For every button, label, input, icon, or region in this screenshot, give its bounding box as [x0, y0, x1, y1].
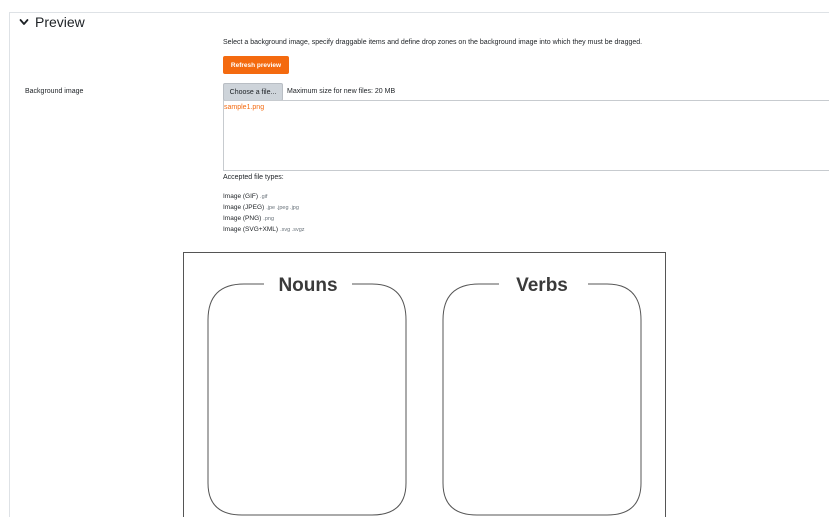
- preview-section-toggle[interactable]: Preview: [19, 14, 85, 30]
- section-divider-top: [9, 12, 829, 13]
- background-image-preview: Nouns Verbs: [183, 252, 666, 517]
- file-type-name: Image (GIF): [223, 193, 259, 200]
- accepted-type-item: Image (JPEG) .jpe .jpeg .jpg: [223, 204, 299, 211]
- background-image-label: Background image: [25, 88, 84, 95]
- verbs-drop-zone: [442, 283, 642, 516]
- file-type-ext: .svg .svgz: [280, 227, 305, 233]
- nouns-zone-label: Nouns: [278, 275, 337, 296]
- file-type-name: Image (JPEG): [223, 204, 265, 211]
- chevron-down-icon: [19, 19, 29, 25]
- verbs-zone-label: Verbs: [516, 275, 568, 296]
- accepted-type-item: Image (GIF) .gif: [223, 193, 267, 200]
- uploaded-file-link[interactable]: sample1.png: [224, 104, 264, 111]
- section-title: Preview: [35, 14, 85, 30]
- refresh-preview-button[interactable]: Refresh preview: [223, 56, 289, 74]
- accepted-type-item: Image (SVG+XML) .svg .svgz: [223, 226, 305, 233]
- file-drop-area[interactable]: sample1.png: [223, 100, 829, 171]
- file-type-ext: .gif: [260, 194, 268, 200]
- drop-zone-diagram: Nouns Verbs: [207, 275, 642, 516]
- file-type-ext: .png: [263, 216, 275, 222]
- accepted-type-item: Image (PNG) .png: [223, 215, 274, 222]
- max-size-note: Maximum size for new files: 20 MB: [287, 88, 396, 95]
- nouns-drop-zone: [207, 283, 407, 516]
- file-type-ext: .jpe .jpeg .jpg: [266, 205, 299, 211]
- instructions-text: Select a background image, specify dragg…: [223, 39, 643, 46]
- section-divider-left: [9, 12, 10, 517]
- accepted-types-title: Accepted file types:: [223, 174, 284, 181]
- choose-file-button[interactable]: Choose a file...: [223, 83, 283, 101]
- preview-section: Preview Select a background image, speci…: [0, 0, 829, 517]
- file-type-name: Image (SVG+XML): [223, 226, 279, 233]
- file-type-name: Image (PNG): [223, 215, 262, 222]
